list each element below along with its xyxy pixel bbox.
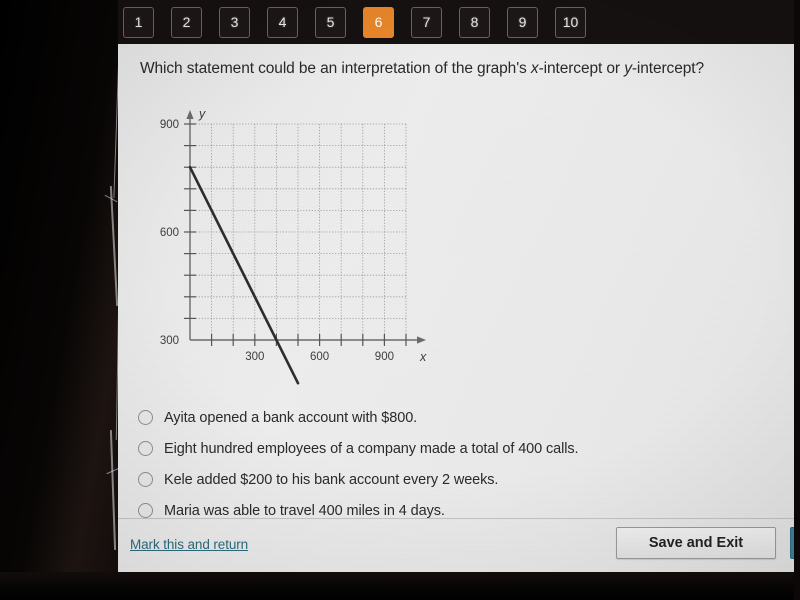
y-tick-600: 600 <box>160 227 179 239</box>
option-row-c[interactable]: Kele added $200 to his bank account ever… <box>138 464 758 495</box>
radio-button-c[interactable] <box>138 472 153 487</box>
graph-svg: 900 600 300 300 600 900 y x <box>160 107 427 385</box>
device-bezel-left <box>0 0 118 600</box>
radio-button-d[interactable] <box>138 503 153 518</box>
option-label-c: Kele added $200 to his bank account ever… <box>164 471 499 488</box>
radio-button-a[interactable] <box>138 410 153 425</box>
x-axis-label: x <box>419 350 427 364</box>
y-tick-300: 300 <box>160 335 179 347</box>
tick-labels: 900 600 300 300 600 900 <box>160 119 394 363</box>
tab-question-9[interactable]: 9 <box>507 6 538 38</box>
question-text-part-1: Which statement could be an interpretati… <box>140 60 531 77</box>
tab-question-10[interactable]: 10 <box>555 6 586 38</box>
graph-figure: 900 600 300 300 600 900 y x <box>148 92 448 392</box>
question-text-part-2: -intercept or <box>538 60 625 77</box>
y-tick-900: 900 <box>160 119 179 131</box>
x-tick-900: 900 <box>375 351 394 363</box>
option-label-d: Maria was able to travel 400 miles in 4 … <box>164 502 445 519</box>
tab-question-8[interactable]: 8 <box>459 6 490 38</box>
y-axis-arrow <box>186 110 194 119</box>
y-symbol: y <box>624 60 632 77</box>
x-symbol: x <box>530 60 539 77</box>
save-and-exit-button[interactable]: Save and Exit <box>616 527 776 559</box>
tab-question-4[interactable]: 4 <box>267 6 298 38</box>
option-label-a: Ayita opened a bank account with $800. <box>164 409 418 426</box>
tab-question-1[interactable]: 1 <box>123 6 154 38</box>
tick-marks <box>184 123 407 346</box>
tab-question-7[interactable]: 7 <box>411 6 442 38</box>
device-bezel-right <box>794 0 800 600</box>
option-row-d[interactable]: Maria was able to travel 400 miles in 4 … <box>138 495 758 526</box>
x-tick-600: 600 <box>310 351 329 363</box>
plotted-line <box>188 165 300 385</box>
tab-question-2[interactable]: 2 <box>171 6 202 38</box>
option-row-b[interactable]: Eight hundred employees of a company mad… <box>138 433 758 464</box>
question-page: Which statement could be an interpretati… <box>118 44 800 572</box>
tab-question-5[interactable]: 5 <box>315 6 346 38</box>
tab-question-6[interactable]: 6 <box>363 6 394 38</box>
footer-divider <box>118 518 800 519</box>
answer-options: Ayita opened a bank account with $800. E… <box>138 402 758 526</box>
screenshot-root: 1 2 3 4 5 6 7 8 9 10 Which statement cou… <box>0 0 800 600</box>
option-label-b: Eight hundred employees of a company mad… <box>164 440 579 457</box>
option-row-a[interactable]: Ayita opened a bank account with $800. <box>138 402 758 433</box>
mark-this-and-return-link[interactable]: Mark this and return <box>130 537 248 552</box>
question-number-nav: 1 2 3 4 5 6 7 8 9 10 <box>118 0 800 44</box>
device-bezel-bottom <box>0 572 800 600</box>
question-text: Which statement could be an interpretati… <box>140 60 704 78</box>
axes <box>189 116 420 341</box>
radio-button-b[interactable] <box>138 441 153 456</box>
question-text-part-3: -intercept? <box>631 60 704 77</box>
y-axis-label: y <box>198 107 206 121</box>
x-tick-300: 300 <box>245 351 264 363</box>
x-axis-arrow <box>417 336 426 344</box>
tab-question-3[interactable]: 3 <box>219 6 250 38</box>
